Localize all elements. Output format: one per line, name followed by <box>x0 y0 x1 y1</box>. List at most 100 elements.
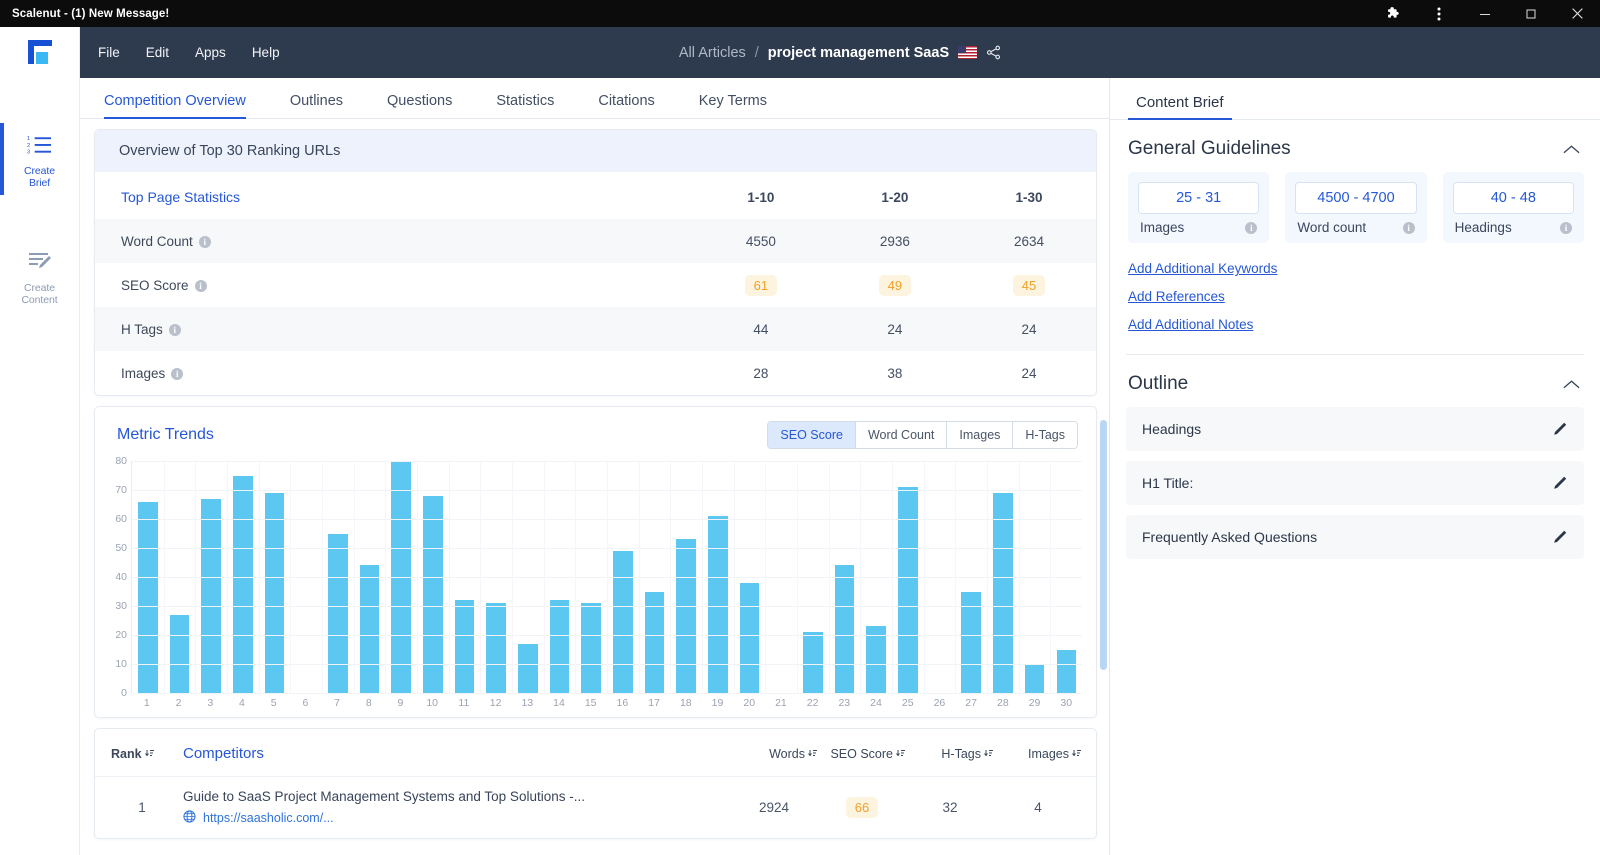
segment-images[interactable]: Images <box>947 422 1014 448</box>
chart-bar[interactable] <box>866 626 887 693</box>
chart-bar[interactable] <box>454 600 475 693</box>
competitor-url-row[interactable]: https://saasholic.com/... <box>183 810 730 826</box>
info-icon[interactable]: i <box>1245 221 1258 234</box>
column-header-h-tags[interactable]: H-Tags <box>906 747 994 761</box>
edit-pencil-icon[interactable] <box>1552 529 1568 545</box>
table-row: Word Count i 4550 2936 2634 <box>95 219 1096 263</box>
tab-outlines[interactable]: Outlines <box>268 93 365 118</box>
rail-item-create-brief[interactable]: 1 2 3 Create Brief <box>0 123 80 195</box>
edit-pencil-icon[interactable] <box>1552 475 1568 491</box>
chart-bar[interactable] <box>676 539 697 693</box>
info-icon[interactable]: i <box>194 279 207 292</box>
column-header-images[interactable]: Images <box>994 747 1082 761</box>
chevron-up-icon[interactable] <box>1563 144 1580 155</box>
share-icon[interactable] <box>986 45 1001 60</box>
column-header-rank[interactable]: Rank <box>111 747 173 761</box>
sort-icon[interactable] <box>808 747 818 761</box>
sort-icon[interactable] <box>896 747 906 761</box>
chart-bar[interactable] <box>898 487 918 693</box>
puzzle-extension-icon[interactable] <box>1370 0 1416 27</box>
stat-images-1-30: 24 <box>1021 365 1037 381</box>
stat-label-text: H Tags <box>121 321 163 337</box>
menu-item-help[interactable]: Help <box>252 45 280 60</box>
info-icon[interactable]: i <box>1559 221 1572 234</box>
general-guideline-boxes: 25 - 31 Images i 4500 - 4700 Word count … <box>1110 172 1600 243</box>
info-icon[interactable]: i <box>168 323 181 336</box>
content-brief-pane: Content Brief General Guidelines 25 - 31… <box>1110 78 1600 855</box>
chart-y-tick: 70 <box>115 484 127 496</box>
menu-item-apps[interactable]: Apps <box>195 45 226 60</box>
menu-item-file[interactable]: File <box>98 45 120 60</box>
outline-item-headings[interactable]: Headings <box>1126 407 1584 451</box>
chart-bar[interactable] <box>739 582 760 693</box>
metric-segment-control: SEO Score Word Count Images H-Tags <box>767 421 1078 449</box>
chart-bar[interactable] <box>486 603 507 693</box>
chart-bar[interactable] <box>233 475 253 693</box>
info-icon[interactable]: i <box>171 367 184 380</box>
edit-pencil-icon[interactable] <box>1552 421 1568 437</box>
link-add-additional-keywords[interactable]: Add Additional Keywords <box>1128 261 1277 276</box>
guideline-word-count-value[interactable]: 4500 - 4700 <box>1295 182 1417 214</box>
chart-bar[interactable] <box>803 632 823 693</box>
outline-item-h1-title[interactable]: H1 Title: <box>1126 461 1584 505</box>
chart-bar[interactable] <box>834 565 855 693</box>
left-pane-scrollbar[interactable] <box>1100 120 1107 855</box>
tab-competition-overview[interactable]: Competition Overview <box>104 93 268 119</box>
content-split: Competition Overview Outlines Questions … <box>80 78 1600 855</box>
rail-item-create-brief-label: Create Brief <box>24 165 55 189</box>
link-add-additional-notes[interactable]: Add Additional Notes <box>1128 317 1253 332</box>
sort-icon[interactable] <box>144 747 155 761</box>
link-add-references[interactable]: Add References <box>1128 289 1225 304</box>
chart-bar[interactable] <box>993 492 1013 693</box>
rail-item-create-content[interactable]: Create Content <box>0 240 80 312</box>
scalenut-logo[interactable] <box>0 27 79 78</box>
breadcrumb-all-articles[interactable]: All Articles <box>679 45 746 61</box>
chart-bar[interactable] <box>613 550 633 693</box>
segment-word-count[interactable]: Word Count <box>855 422 948 448</box>
chart-bar[interactable] <box>328 533 348 693</box>
minimize-button[interactable] <box>1462 0 1508 27</box>
chart-vertical-gridline <box>290 461 292 693</box>
left-pane: Competition Overview Outlines Questions … <box>80 78 1110 855</box>
guideline-word-count-label: Word count <box>1297 220 1367 235</box>
chart-bar[interactable] <box>359 565 380 693</box>
column-header-seo-score[interactable]: SEO Score <box>818 747 906 761</box>
close-button[interactable] <box>1554 0 1600 27</box>
scrollbar-thumb[interactable] <box>1100 420 1107 670</box>
tab-questions[interactable]: Questions <box>365 93 474 118</box>
info-icon[interactable]: i <box>1402 221 1415 234</box>
breadcrumb-separator: / <box>754 44 759 61</box>
guideline-headings-value[interactable]: 40 - 48 <box>1452 182 1574 214</box>
chart-x-tick: 11 <box>458 697 470 709</box>
tab-content-brief[interactable]: Content Brief <box>1128 94 1232 120</box>
chart-bar[interactable] <box>1024 664 1045 693</box>
chart-vertical-gridline <box>322 461 323 693</box>
maximize-button[interactable] <box>1508 0 1554 27</box>
chart-bar[interactable] <box>264 492 285 693</box>
chart-bar[interactable] <box>581 603 602 693</box>
more-options-icon[interactable] <box>1416 0 1462 27</box>
outline-item-faq[interactable]: Frequently Asked Questions <box>1126 515 1584 559</box>
chart-x-tick: 25 <box>901 697 914 709</box>
chart-bar[interactable] <box>518 643 538 693</box>
tab-key-terms[interactable]: Key Terms <box>677 93 789 118</box>
segment-h-tags[interactable]: H-Tags <box>1013 422 1077 448</box>
segment-seo-score[interactable]: SEO Score <box>768 422 856 448</box>
tab-citations[interactable]: Citations <box>576 93 676 118</box>
chart-bar[interactable] <box>708 516 728 693</box>
tab-statistics[interactable]: Statistics <box>474 93 576 118</box>
sort-icon[interactable] <box>984 747 994 761</box>
info-icon[interactable]: i <box>198 235 211 248</box>
outline-header: Outline <box>1110 355 1600 407</box>
chart-bar[interactable] <box>1056 649 1077 693</box>
chart-vertical-gridline <box>828 461 830 693</box>
column-header-words[interactable]: Words <box>730 747 818 761</box>
table-row[interactable]: 1 Guide to SaaS Project Management Syste… <box>95 777 1096 838</box>
stat-seo-score-1-10: 61 <box>694 263 828 307</box>
guideline-images-value[interactable]: 25 - 31 <box>1138 182 1260 214</box>
chart-bar[interactable] <box>549 600 570 693</box>
chevron-up-icon[interactable] <box>1563 379 1580 390</box>
chart-bar[interactable] <box>169 614 190 693</box>
sort-icon[interactable] <box>1072 747 1082 761</box>
menu-item-edit[interactable]: Edit <box>146 45 169 60</box>
